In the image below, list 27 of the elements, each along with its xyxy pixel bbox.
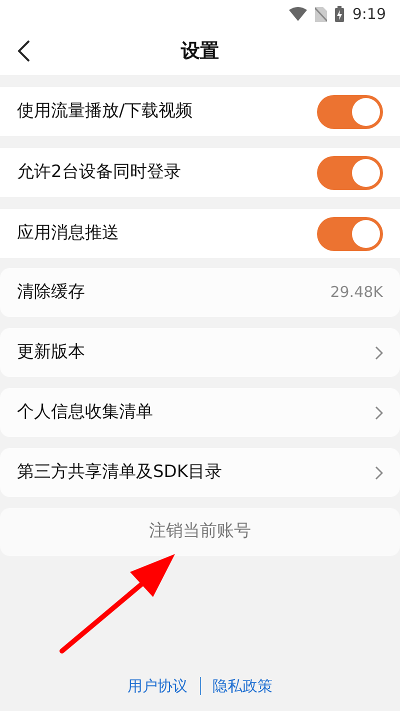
chevron-right-icon: [375, 466, 383, 480]
logout-button[interactable]: 注销当前账号: [0, 508, 400, 556]
menu-label: 个人信息收集清单: [17, 400, 153, 424]
menu-row[interactable]: 个人信息收集清单: [0, 388, 400, 437]
setting-label: 使用流量播放/下载视频: [17, 100, 193, 123]
no-sim-icon: [315, 6, 328, 22]
battery-charging-icon: [335, 6, 344, 22]
menu-row[interactable]: 清除缓存 29.48K: [0, 268, 400, 317]
footer-link[interactable]: 隐私政策: [212, 674, 272, 697]
menu-label: 第三方共享清单及SDK目录: [17, 460, 222, 484]
chevron-right-icon: [375, 346, 383, 360]
menu-row[interactable]: 第三方共享清单及SDK目录: [0, 448, 400, 497]
status-time: 9:19: [352, 4, 386, 25]
menu-label: 清除缓存: [17, 280, 85, 304]
back-icon: [18, 40, 30, 62]
menu-row[interactable]: 更新版本: [0, 328, 400, 377]
page-title: 设置: [181, 39, 219, 64]
setting-label: 应用消息推送: [17, 222, 119, 245]
footer-link[interactable]: 用户协议: [128, 674, 188, 697]
toggle-switch[interactable]: [317, 94, 383, 128]
setting-label: 允许2台设备同时登录: [17, 160, 181, 184]
chevron-right-icon: [375, 406, 383, 420]
wifi-icon: [289, 7, 308, 21]
cache-size: 29.48K: [330, 282, 383, 304]
toggle-switch[interactable]: [317, 156, 383, 190]
menu-label: 更新版本: [17, 340, 85, 364]
toggle-switch[interactable]: [317, 216, 383, 250]
